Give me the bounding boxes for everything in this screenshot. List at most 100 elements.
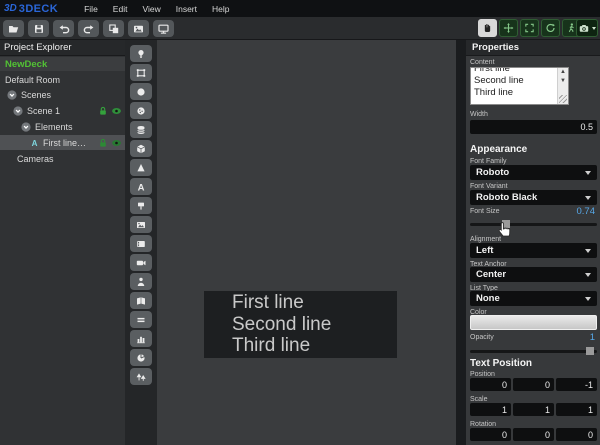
insert-trees-button[interactable] [130,368,152,385]
text-object-3d[interactable]: First line Second line Third line [204,291,397,358]
tree-item-cameras[interactable]: Cameras [0,152,125,166]
display-button[interactable] [153,20,174,37]
menu-file[interactable]: File [84,4,98,14]
pie-chart-icon [135,352,147,364]
list-type-select[interactable]: None [470,291,597,306]
text-anchor-select[interactable]: Center [470,267,597,282]
font-family-select[interactable]: Roboto [470,165,597,180]
tree-item-scene-1[interactable]: Scene 1 [0,104,125,118]
lock-icon[interactable] [98,106,108,116]
insert-cube-button[interactable] [130,140,152,157]
tree-item-elements[interactable]: Elements [0,120,125,134]
chevron-down-icon [585,171,591,175]
insert-avatar-button[interactable] [130,273,152,290]
project-explorer-header: Project Explorer [0,40,125,56]
save-button[interactable] [28,20,49,37]
color-swatch[interactable] [470,315,597,330]
scale-y-input[interactable]: 1 [513,403,554,416]
pan-hand-tool[interactable] [478,19,497,37]
insert-frame-button[interactable] [130,64,152,81]
position-z-input[interactable]: -1 [556,378,597,391]
cylinder-icon [135,124,147,136]
map-icon [135,295,147,307]
insert-cylinder-button[interactable] [130,121,152,138]
width-input[interactable]: 0.5 [470,120,597,134]
eye-icon[interactable] [111,106,122,116]
position-label: Position [470,371,495,378]
content-textarea[interactable]: First line Second line Third line ▲ ▼ [470,67,569,105]
open-folder-icon [7,23,20,35]
viewport-3d[interactable] [157,40,456,445]
font-variant-select[interactable]: Roboto Black [470,190,597,205]
tree-item-first-line[interactable]: A First line… [0,135,125,150]
rotation-z-input[interactable]: 0 [556,428,597,441]
insert-light-button[interactable] [130,45,152,62]
rotation-label: Rotation [470,421,496,428]
logo-text: 3DECK [19,3,58,15]
tree-item-default-room[interactable]: Default Room [0,73,125,87]
chevron-down-icon [585,273,591,277]
translate-tool[interactable] [499,19,518,37]
chevron-down-icon [585,196,591,200]
eye-icon[interactable] [111,138,122,148]
project-explorer-panel: Project Explorer NewDeck Default Room Sc… [0,40,125,445]
scroll-down-icon[interactable]: ▼ [558,77,568,86]
insert-bar-chart-button[interactable] [130,330,152,347]
open-project-button[interactable] [3,20,24,37]
scale-tool[interactable] [520,19,539,37]
corner-brackets-icon [524,22,535,34]
insert-pie-chart-button[interactable] [130,349,152,366]
position-y-input[interactable]: 0 [513,378,554,391]
font-variant-label: Font Variant [470,183,508,190]
tree-item-scenes[interactable]: Scenes [0,88,125,102]
insert-video-button[interactable] [130,235,152,252]
frame-icon [135,67,147,79]
insert-camcorder-button[interactable] [130,254,152,271]
scene-layout-button[interactable] [103,20,124,37]
insert-shape-toolbar: A [125,40,157,445]
chevron-down-icon[interactable] [21,122,31,132]
opacity-slider-handle[interactable] [586,347,594,355]
appearance-heading: Appearance [470,144,527,155]
chevron-down-icon[interactable] [7,90,17,100]
undo-button[interactable] [53,20,74,37]
scale-x-input[interactable]: 1 [470,403,511,416]
scroll-up-icon[interactable]: ▲ [558,68,568,77]
insert-list-button[interactable] [130,311,152,328]
chevron-down-icon[interactable] [13,106,23,116]
redo-button[interactable] [78,20,99,37]
redo-icon [83,23,95,35]
camera-views-button[interactable] [576,19,598,37]
screenshot-button[interactable] [128,20,149,37]
font-size-slider[interactable] [470,223,597,226]
lock-icon[interactable] [98,138,108,148]
scale-z-input[interactable]: 1 [556,403,597,416]
insert-textured-sphere-button[interactable] [130,102,152,119]
scale-inputs: 1 1 1 [470,403,597,416]
bar-chart-icon [135,333,147,345]
tree-item-newdeck[interactable]: NewDeck [0,57,125,71]
menu-insert[interactable]: Insert [176,4,197,14]
insert-sphere-button[interactable] [130,83,152,100]
insert-cone-button[interactable] [130,159,152,176]
insert-map-button[interactable] [130,292,152,309]
insert-image-button[interactable] [130,216,152,233]
main-toolbar [0,17,600,40]
rotate-tool[interactable] [541,19,560,37]
rotation-y-input[interactable]: 0 [513,428,554,441]
view-tool-group [478,19,581,37]
alignment-select[interactable]: Left [470,243,597,258]
menu-help[interactable]: Help [212,4,229,14]
svg-text:A: A [138,182,145,193]
menu-view[interactable]: View [142,4,160,14]
content-label: Content [470,59,495,66]
resize-grip-icon[interactable] [559,95,567,103]
position-x-input[interactable]: 0 [470,378,511,391]
video-icon [135,238,147,250]
rotation-x-input[interactable]: 0 [470,428,511,441]
insert-sign-button[interactable] [130,197,152,214]
insert-text-button[interactable]: A [130,178,152,195]
opacity-slider[interactable] [470,350,597,353]
menu-edit[interactable]: Edit [113,4,128,14]
font-family-label: Font Family [470,158,507,165]
